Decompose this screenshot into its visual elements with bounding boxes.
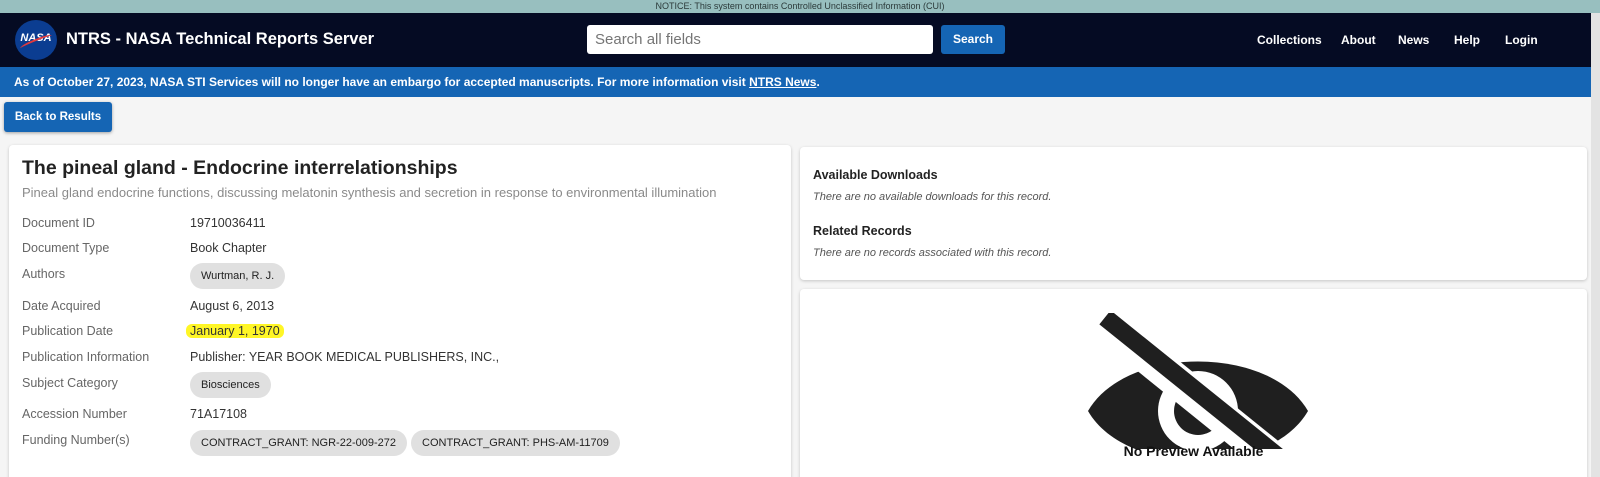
record-subtitle: Pineal gland endocrine functions, discus…	[22, 185, 717, 200]
available-downloads-text: There are no available downloads for thi…	[813, 191, 1052, 203]
related-records-text: There are no records associated with thi…	[813, 247, 1052, 259]
record-details-card: The pineal gland - Endocrine interrelati…	[9, 145, 791, 477]
nav-login[interactable]: Login	[1505, 33, 1538, 47]
nasa-logo[interactable]: NASA	[15, 20, 57, 60]
funding-numbers-label: Funding Number(s)	[22, 433, 130, 447]
highlighted-publication-date: January 1, 1970	[186, 324, 284, 338]
author-chip[interactable]: Wurtman, R. J.	[190, 263, 286, 289]
record-title: The pineal gland - Endocrine interrelati…	[22, 157, 458, 179]
document-id-label: Document ID	[22, 216, 95, 230]
nav-about[interactable]: About	[1341, 33, 1376, 47]
top-navbar: NASA NTRS - NASA Technical Reports Serve…	[0, 13, 1591, 67]
date-acquired-value: August 6, 2013	[190, 299, 275, 313]
publication-date-value: January 1, 1970	[186, 324, 284, 338]
funding-number-chip-2[interactable]: CONTRACT_GRANT: PHS-AM-11709	[411, 430, 620, 456]
accession-number-label: Accession Number	[22, 407, 127, 421]
eye-slash-icon	[1088, 313, 1308, 449]
back-to-results-button[interactable]: Back to Results	[4, 102, 112, 132]
accession-number-value: 71A17108	[190, 407, 248, 421]
preview-card: No Preview Available	[800, 289, 1587, 477]
search-button[interactable]: Search	[941, 25, 1005, 54]
available-downloads-heading: Available Downloads	[813, 168, 938, 182]
announcement-suffix: .	[816, 75, 820, 89]
subject-category-label: Subject Category	[22, 376, 118, 390]
no-preview-text: No Preview Available	[1123, 443, 1264, 459]
nav-help[interactable]: Help	[1454, 33, 1480, 47]
publication-info-value: Publisher: YEAR BOOK MEDICAL PUBLISHERS,…	[190, 350, 500, 364]
document-type-label: Document Type	[22, 241, 110, 255]
funding-number-chip-1[interactable]: CONTRACT_GRANT: NGR-22-009-272	[190, 430, 407, 456]
document-id-value: 19710036411	[190, 216, 266, 230]
page-scrollbar[interactable]	[1591, 13, 1600, 477]
publication-info-label: Publication Information	[22, 350, 150, 364]
nav-news[interactable]: News	[1398, 33, 1429, 47]
cui-notice: NOTICE: This system contains Controlled …	[0, 0, 1600, 13]
announcement-text: As of October 27, 2023, NASA STI Service…	[14, 75, 750, 89]
search-input[interactable]: Search all fields	[587, 25, 933, 54]
announcement-banner: As of October 27, 2023, NASA STI Service…	[0, 67, 1591, 97]
document-type-value: Book Chapter	[190, 241, 267, 255]
subject-category-chip[interactable]: Biosciences	[190, 372, 271, 398]
date-acquired-label: Date Acquired	[22, 299, 101, 313]
publication-date-label: Publication Date	[22, 324, 114, 338]
nav-collections[interactable]: Collections	[1257, 33, 1322, 47]
downloads-card: Available Downloads There are no availab…	[800, 147, 1587, 280]
authors-label: Authors	[22, 267, 66, 281]
site-title[interactable]: NTRS - NASA Technical Reports Server	[66, 30, 374, 49]
related-records-heading: Related Records	[813, 224, 912, 238]
ntrs-news-link[interactable]: NTRS News	[749, 75, 816, 89]
